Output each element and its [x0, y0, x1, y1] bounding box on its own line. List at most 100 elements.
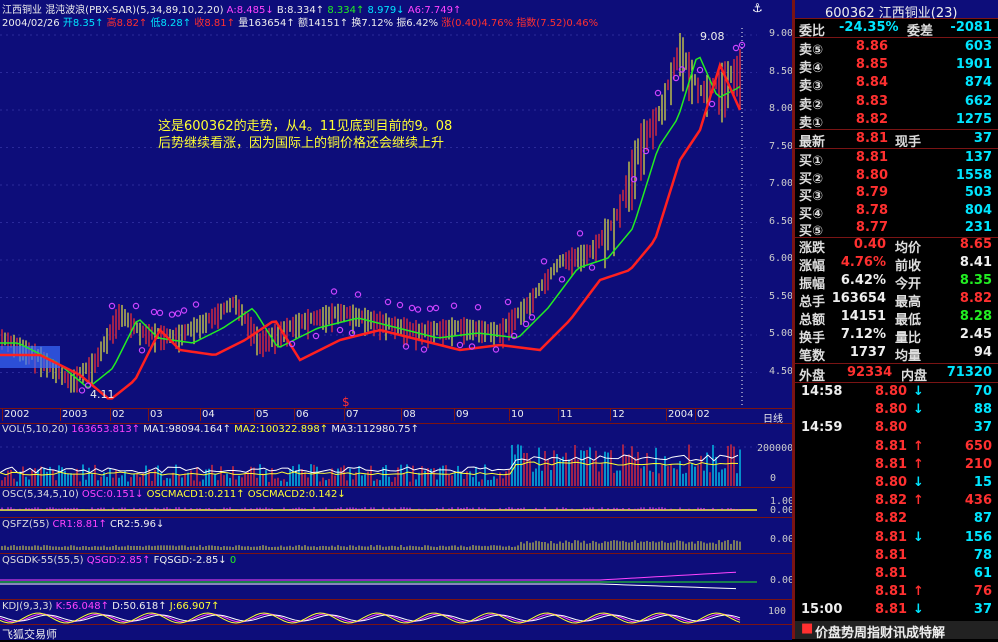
price-tick-label: 8.50 — [769, 65, 794, 77]
tick-time: 14:59 — [801, 420, 843, 436]
time-tick-label: 2003 — [62, 409, 88, 420]
stat-value: 0.40 — [853, 237, 886, 252]
bottom-tabs[interactable]: ■ 价盘势周指财讯成特解 — [795, 621, 998, 641]
osc-value: OSC:0.151↓ — [81, 489, 144, 500]
time-tick-label: 10 — [511, 409, 524, 420]
tick-direction: ↓ — [913, 602, 924, 618]
stat-row: 涨幅 4.76% 前收 8.41 — [795, 254, 998, 274]
kdj-panel[interactable]: KDJ(9,3,3) K:56.048↑ D:50.618↑ J:66.907↑… — [0, 600, 792, 624]
tick-price: 8.81 — [875, 547, 908, 563]
osc-macd1: OSCMACD1:0.211↑ — [146, 489, 245, 500]
bid-price: 8.77 — [855, 220, 888, 236]
annotation-text: 这是600362的走势，从4。11见底到目前的9。08 后势继续看涨，因为国际上… — [158, 118, 452, 152]
stat-row: 振幅 6.42% 今开 8.35 — [795, 272, 998, 292]
price-chart[interactable] — [0, 28, 792, 408]
qsfz-title: QSFZ(55) — [2, 519, 50, 530]
time-axis: 2002 2003 02 03 04 05 06 07 08 09 10 11 12 2004 02 $ 日… — [0, 395, 792, 425]
low-marker: 4.11 — [90, 388, 115, 401]
ask-vol: 662 — [964, 93, 992, 109]
qsfz-cr2: CR2:5.96↓ — [110, 519, 165, 530]
osc-title: OSC(5,34,5,10) — [2, 489, 79, 500]
tick-row: 8.81 61 — [795, 565, 998, 583]
time-tick-label: 06 — [296, 409, 309, 420]
stat-label: 笔数 — [799, 349, 826, 364]
tick-row: 15:00 8.81 ↓ 37 — [795, 601, 998, 619]
tick-vol: 76 — [973, 584, 992, 600]
tick-vol: 70 — [973, 384, 992, 399]
ask-vol: 1275 — [955, 111, 992, 127]
tick-vol: 650 — [964, 438, 992, 454]
bid-price: 8.79 — [855, 185, 888, 201]
ask-label: 卖② — [799, 97, 824, 113]
qsgdk-chart — [0, 571, 757, 590]
tick-price: 8.81 — [875, 602, 908, 618]
high-marker: 9.08 — [700, 30, 725, 43]
anchor-icon[interactable]: ⚓ — [752, 1, 763, 15]
price-tick-label: 9.00 — [769, 28, 794, 39]
bottom-tab-labels[interactable]: 价盘势周指财讯成特解 — [815, 622, 945, 641]
ask-price: 8.86 — [855, 39, 888, 54]
stat-value: 8.35 — [959, 273, 992, 288]
tick-row: 8.81 78 — [795, 547, 998, 565]
bid-vol: 503 — [964, 185, 992, 201]
outer-inner-row: 外盘 92334 内盘 71320 — [795, 364, 998, 384]
stat-value: 14151 — [840, 309, 886, 324]
ask-label: 卖③ — [799, 79, 824, 95]
time-tick-label: 08 — [403, 409, 416, 420]
time-tick-label: 2004 — [668, 409, 694, 420]
tick-row: 8.80 ↓ 15 — [795, 474, 998, 492]
vol-title: VOL(5,10,20) — [2, 424, 69, 435]
last-price: 8.81 — [855, 131, 888, 146]
tick-direction: ↑ — [913, 584, 924, 600]
tick-row: 8.82 ↑ 436 — [795, 492, 998, 510]
qsfz-panel[interactable]: QSFZ(55) CR1:8.81↑ CR2:5.96↓ 0.00 — [0, 518, 794, 552]
time-tick-label: 12 — [612, 409, 625, 420]
price-tick-label: 5.50 — [769, 290, 794, 302]
stat-value: 6.42% — [840, 273, 886, 288]
price-tick-label: 6.50 — [769, 215, 794, 227]
tick-price: 8.82 — [875, 493, 908, 509]
vol-ma2: MA2:100322.898↑ — [234, 424, 329, 435]
tick-row: 14:58 8.80 ↓ 70 — [795, 383, 998, 401]
tick-price: 8.82 — [875, 511, 908, 527]
tick-time: 15:00 — [801, 602, 843, 618]
ask-price: 8.84 — [855, 75, 888, 91]
osc-chart — [0, 507, 757, 511]
tick-direction: ↑ — [913, 493, 924, 509]
ask-row: 卖② 8.83 662 — [795, 93, 998, 113]
time-tick-label: 03 — [150, 409, 163, 420]
price-tick-label: 7.50 — [769, 140, 794, 152]
tick-row: 8.81 ↑ 76 — [795, 583, 998, 601]
bid-price: 8.78 — [855, 202, 888, 218]
price-axis: 9.00 8.50 8.00 7.50 7.00 6.50 6.00 5.50 5.00 4.50 — [757, 28, 794, 408]
quote-title-bar: 600362 江西铜业(23) — [795, 0, 998, 21]
weicha-value: -2081 — [950, 20, 992, 35]
vol-axis-bot: 0 — [770, 473, 777, 484]
tick-direction: ↓ — [913, 529, 924, 545]
kdj-chart — [0, 612, 741, 624]
tick-vol: 210 — [964, 456, 992, 472]
stat-value: 4.76% — [840, 255, 886, 270]
kdj-axis: 100 — [768, 606, 787, 617]
time-tick-label: 11 — [560, 409, 573, 420]
ohlc-header: 2004/02/26 开8.35↑ 高8.82↑ 低8.28↑ 收8.81↑ 量… — [2, 14, 598, 29]
stat-value: 2.45 — [959, 327, 992, 342]
tick-vol: 436 — [964, 493, 992, 509]
stat-row: 涨跌 0.40 均价 8.65 — [795, 236, 998, 256]
annotation-line-1: 这是600362的走势，从4。11见底到目前的9。08 — [158, 119, 453, 134]
stat-value: 8.41 — [959, 255, 992, 270]
tab-alert-icon[interactable]: ■ — [801, 621, 813, 636]
chart-area[interactable]: 江西铜业 混沌波浪(PBX-SAR)(5,34,89,10,2,20) A:8.… — [0, 0, 794, 641]
tick-price: 8.80 — [875, 420, 908, 436]
price-tick-label: 6.00 — [769, 253, 794, 264]
stat-value: 7.12% — [840, 327, 886, 342]
outer-value: 92334 — [847, 365, 893, 380]
time-tick-label: 04 — [202, 409, 215, 420]
osc-panel[interactable]: OSC(5,34,5,10) OSC:0.151↓ OSCMACD1:0.211… — [0, 488, 794, 516]
bid-row: 买① 8.81 137 — [795, 149, 998, 169]
tick-price: 8.81 — [875, 566, 908, 581]
vol-panel[interactable]: VOL(5,10,20) 163653.813↑ MA1:98094.164↑ … — [0, 423, 793, 486]
bid-price: 8.80 — [855, 167, 888, 183]
qsgdk-panel[interactable]: QSGDK-55(55,5) QSGD:2.85↑ FQSGD:-2.85↓ 0… — [0, 554, 794, 598]
stat-value: 8.65 — [959, 237, 992, 252]
